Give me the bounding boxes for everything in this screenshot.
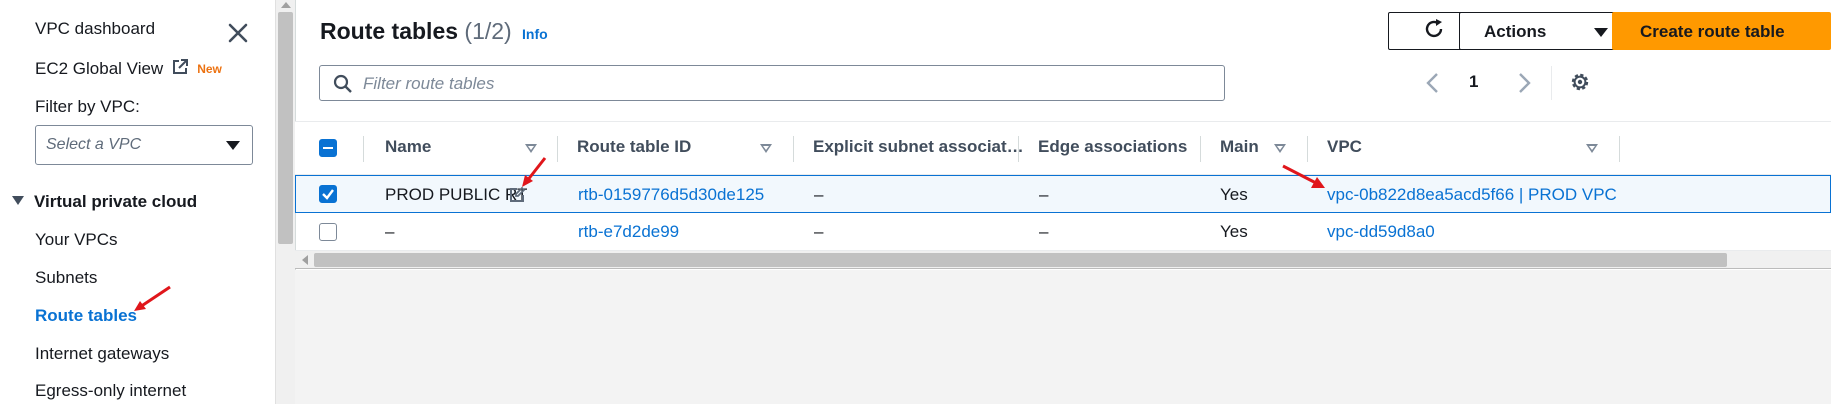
- column-divider: [363, 136, 364, 162]
- vpc-filter-select[interactable]: Select a VPC: [35, 125, 253, 165]
- annotation-arrow-icon: [522, 157, 547, 187]
- main-cell: Yes: [1220, 185, 1248, 204]
- actions-label: Actions: [1484, 22, 1547, 41]
- navigation-sidebar: VPC dashboard EC2 Global View New Filter…: [0, 0, 275, 404]
- column-divider: [557, 136, 558, 162]
- nav-vpc-dashboard[interactable]: VPC dashboard: [35, 19, 155, 39]
- route-table-name: –: [385, 222, 395, 241]
- sort-icon[interactable]: [1274, 144, 1286, 153]
- filter-route-tables-input[interactable]: Filter route tables: [319, 65, 1225, 101]
- column-divider: [1307, 136, 1308, 162]
- create-route-table-label: Create route table: [1640, 22, 1785, 41]
- refresh-icon: [1425, 18, 1442, 37]
- row-checkbox[interactable]: [319, 223, 337, 241]
- annotation-arrow-icon: [134, 285, 171, 311]
- edge-associations-cell: –: [1039, 222, 1049, 241]
- sidebar-scrollbar[interactable]: [275, 0, 295, 404]
- edge-associations-cell: –: [1039, 185, 1049, 204]
- sidebar-item-your-vpcs[interactable]: Your VPCs: [35, 230, 118, 250]
- column-header-vpc[interactable]: VPC: [1327, 137, 1362, 157]
- column-divider: [1018, 136, 1019, 162]
- caret-down-icon: [12, 196, 24, 205]
- column-header-route-table-id[interactable]: Route table ID: [577, 137, 691, 157]
- sidebar-item-subnets[interactable]: Subnets: [35, 268, 97, 288]
- annotation-arrow-icon: [1282, 164, 1325, 188]
- table-horizontal-scrollbar[interactable]: [295, 251, 1831, 269]
- check-icon: [322, 189, 334, 200]
- page-title: Route tables (1/2): [320, 18, 512, 45]
- selection-count: (1/2): [464, 18, 512, 44]
- column-header-name[interactable]: Name: [385, 137, 431, 157]
- empty-details-pane: [295, 270, 1831, 404]
- external-link-icon: [173, 59, 189, 74]
- page-number[interactable]: 1: [1469, 72, 1478, 92]
- scrollbar-thumb[interactable]: [278, 12, 293, 244]
- sort-icon[interactable]: [1586, 144, 1598, 153]
- vpc-link[interactable]: vpc-dd59d8a0: [1327, 222, 1435, 242]
- column-divider: [793, 136, 794, 162]
- row-checkbox[interactable]: [319, 185, 337, 203]
- search-icon: [333, 74, 352, 93]
- vpc-select-placeholder: Select a VPC: [46, 136, 142, 153]
- route-table-id-link[interactable]: rtb-0159776d5d30de125: [578, 185, 764, 205]
- explicit-subnet-associations-cell: –: [814, 222, 824, 241]
- select-all-checkbox[interactable]: [319, 139, 337, 157]
- column-header-main[interactable]: Main: [1220, 137, 1259, 157]
- column-header-explicit-subnet-associations[interactable]: Explicit subnet associat…: [813, 137, 1024, 157]
- column-divider: [1619, 136, 1620, 162]
- main-cell: Yes: [1220, 222, 1248, 241]
- scroll-left-icon[interactable]: [302, 255, 308, 265]
- route-table-id-link[interactable]: rtb-e7d2de99: [578, 222, 679, 242]
- section-label: Virtual private cloud: [34, 192, 198, 211]
- sidebar-item-egress-only-internet[interactable]: Egress-only internet: [35, 381, 186, 401]
- explicit-subnet-associations-cell: –: [814, 185, 824, 204]
- sort-icon[interactable]: [760, 144, 772, 153]
- caret-down-icon: [1594, 28, 1608, 37]
- column-divider: [1200, 136, 1201, 162]
- route-table-name: PROD PUBLIC RT: [385, 185, 528, 204]
- scrollbar-thumb[interactable]: [314, 253, 1727, 267]
- chevron-right-icon[interactable]: [1514, 71, 1534, 95]
- section-virtual-private-cloud[interactable]: Virtual private cloud: [12, 192, 197, 212]
- divider: [1551, 66, 1552, 100]
- table-row[interactable]: – rtb-e7d2de99 – – Yes vpc-dd59d8a0: [295, 213, 1831, 251]
- page-title-text: Route tables: [320, 18, 459, 44]
- nav-ec2-global-view-label: EC2 Global View: [35, 59, 164, 78]
- sidebar-item-internet-gateways[interactable]: Internet gateways: [35, 344, 169, 364]
- vpc-link[interactable]: vpc-0b822d8ea5acd5f66 | PROD VPC: [1327, 185, 1617, 205]
- info-link[interactable]: Info: [522, 26, 548, 42]
- chevron-left-icon[interactable]: [1423, 71, 1443, 95]
- gear-icon[interactable]: [1568, 70, 1592, 94]
- create-route-table-button[interactable]: Create route table: [1612, 12, 1831, 50]
- main-content: Route tables (1/2) Info Actions Create r…: [295, 0, 1831, 404]
- close-icon[interactable]: [224, 19, 252, 47]
- sort-icon[interactable]: [525, 144, 537, 153]
- column-header-edge-associations[interactable]: Edge associations: [1038, 137, 1187, 157]
- nav-ec2-global-view[interactable]: EC2 Global View New: [35, 58, 222, 79]
- scroll-up-icon[interactable]: [281, 2, 291, 8]
- sidebar-item-route-tables[interactable]: Route tables: [35, 306, 137, 326]
- actions-dropdown-button[interactable]: Actions: [1459, 12, 1631, 50]
- caret-down-icon: [226, 141, 240, 150]
- filter-placeholder: Filter route tables: [363, 74, 495, 93]
- filter-by-vpc-label: Filter by VPC:: [35, 97, 140, 116]
- new-badge: New: [197, 62, 222, 76]
